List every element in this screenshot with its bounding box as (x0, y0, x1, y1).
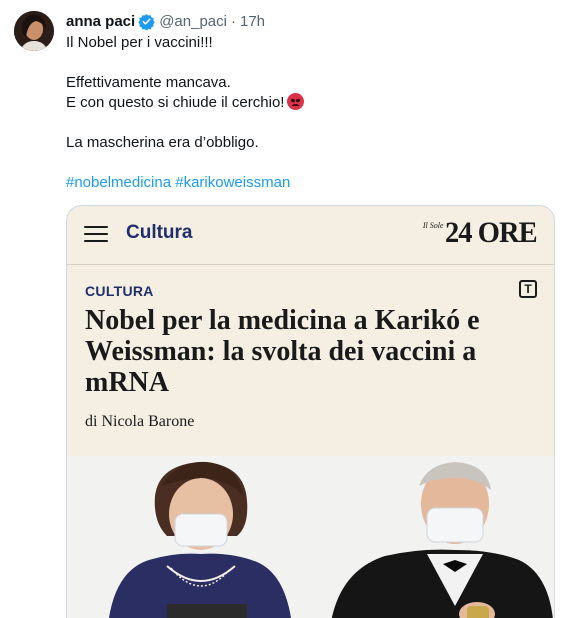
verified-badge-icon[interactable] (138, 13, 155, 30)
avatar-photo (14, 11, 54, 51)
avatar[interactable] (14, 11, 54, 51)
display-name[interactable]: anna paci (66, 13, 135, 30)
tweet-line: Il Nobel per i vaccini!!! (66, 34, 213, 51)
hashtag-link[interactable]: #nobelmedicina (66, 174, 171, 191)
timestamp[interactable]: 17h (240, 13, 265, 30)
nav-section-label: Cultura (126, 222, 193, 243)
separator-dot: · (230, 12, 236, 30)
article-header: CULTURA T Nobel per la medicina a Karikó… (67, 265, 554, 455)
tweet-text: Il Nobel per i vaccini!!! Effettivamente… (66, 33, 556, 193)
media-card[interactable]: Cultura Il Sole 24 ORE CULTURA T Nobel p… (66, 205, 555, 618)
article-headline: Nobel per la medicina a Karikó e Weissma… (85, 305, 480, 398)
article-byline: di Nicola Barone (85, 413, 195, 430)
hamburger-menu-icon (84, 226, 108, 244)
tweet-line: La mascherina era d’obbligo. (66, 134, 259, 151)
logo-big-text: 24 ORE (445, 216, 538, 249)
nobel-laureates-photo (67, 456, 554, 618)
il-sole-24-ore-logo: Il Sole 24 ORE (423, 218, 542, 250)
tweet-line: E con questo si chiude il cerchio! (66, 93, 556, 113)
text-size-icon: T (519, 280, 537, 298)
handle[interactable]: @an_paci (159, 13, 227, 30)
hashtag-link[interactable]: #karikoweissman (175, 174, 290, 191)
tweet: anna paci @an_paci · 17h Il Nobel per i … (0, 0, 581, 618)
article-photo (67, 456, 554, 618)
enraged-face-emoji-icon (287, 93, 305, 110)
tweet-line-text: E con questo si chiude il cerchio! (66, 94, 285, 111)
logo-small-text: Il Sole (422, 221, 444, 230)
article-kicker: CULTURA (85, 283, 154, 299)
article-nav: Cultura Il Sole 24 ORE (67, 206, 554, 265)
hashtags: #nobelmedicina #karikoweissman (66, 173, 556, 193)
tweet-line: Effettivamente mancava. (66, 74, 231, 91)
tweet-header: anna paci @an_paci · 17h (66, 11, 265, 31)
